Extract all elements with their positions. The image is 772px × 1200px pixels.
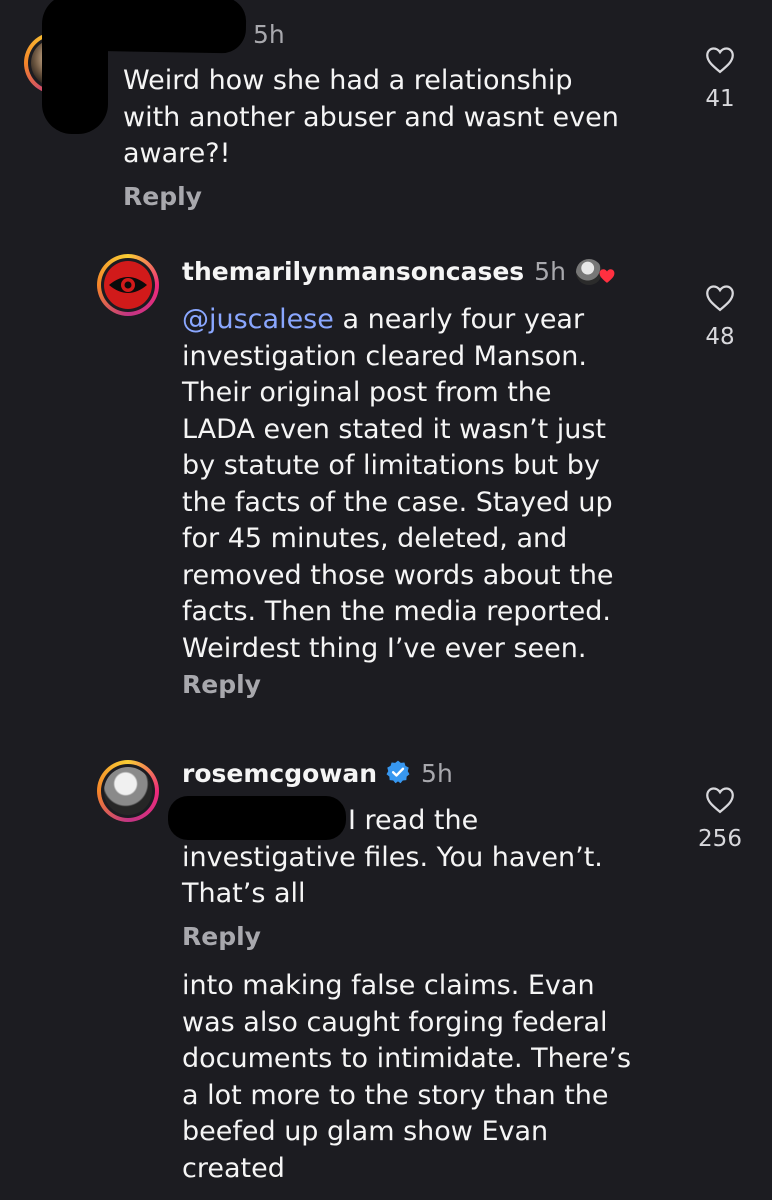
heart-outline-icon: [706, 47, 734, 74]
username[interactable]: rosemcgowan: [182, 759, 377, 788]
timestamp: 5h: [534, 257, 566, 286]
like-count: 41: [705, 86, 735, 112]
continuation-text: into making false claims. Evan was also …: [182, 970, 632, 1184]
like-count: 256: [698, 826, 742, 852]
reply-button[interactable]: Reply: [123, 182, 202, 211]
mention-link[interactable]: @juscalese: [182, 304, 334, 335]
reply-button[interactable]: Reply: [182, 922, 261, 951]
comment-1: 5h Weird how she had a relationship with…: [0, 0, 772, 240]
comment-meta: rosemcgowan 5h: [182, 759, 453, 789]
like-button[interactable]: 256: [690, 786, 750, 852]
like-count: 48: [705, 324, 735, 350]
username[interactable]: themarilynmansoncases: [182, 257, 524, 286]
comment-text: @juscalese a nearly four year investigat…: [182, 304, 614, 664]
reply-button[interactable]: Reply: [182, 670, 261, 699]
avatar[interactable]: [97, 760, 159, 822]
verified-badge-icon: [386, 760, 410, 784]
comment-text: I read the investigative files. You have…: [182, 805, 603, 909]
comment-meta: 5h: [123, 20, 285, 50]
timestamp: 5h: [253, 20, 285, 49]
heart-icon: [599, 269, 615, 283]
comment-meta: themarilynmansoncases 5h: [182, 257, 616, 287]
comment-text: Weird how she had a relationship with an…: [123, 65, 619, 169]
avatar[interactable]: [97, 254, 159, 316]
comment-2: themarilynmansoncases 5h @juscalese a nea…: [0, 240, 772, 720]
like-button[interactable]: 41: [690, 46, 750, 112]
eye-logo-icon: [109, 277, 147, 293]
heart-outline-icon: [706, 787, 734, 814]
heart-outline-icon: [706, 285, 734, 312]
timestamp: 5h: [421, 759, 453, 788]
like-button[interactable]: 48: [690, 284, 750, 350]
comment-3: rosemcgowan 5h I read the investigative f…: [0, 720, 772, 1200]
